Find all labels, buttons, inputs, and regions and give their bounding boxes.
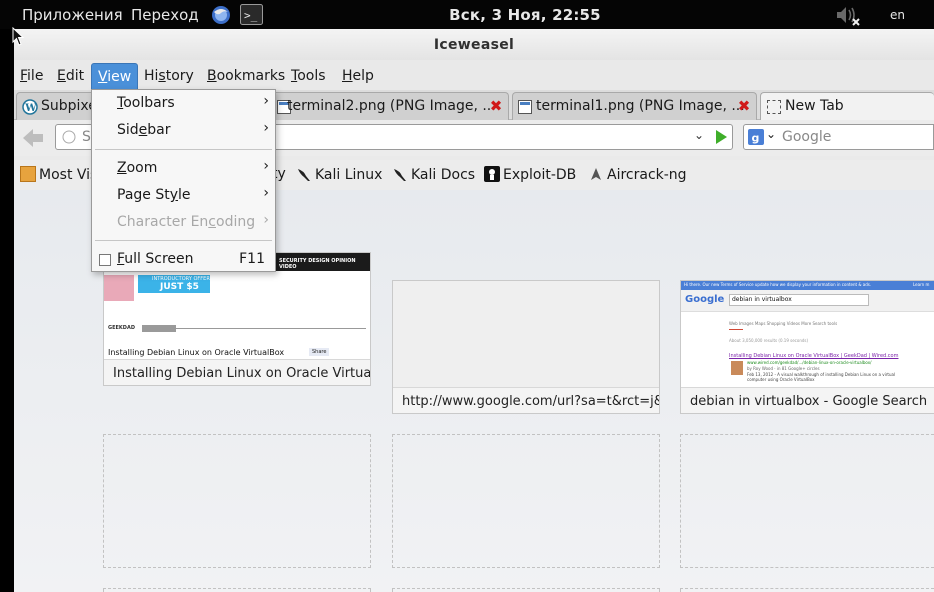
thumbnail-text: Installing Debian Linux on Oracle Virtua…	[108, 348, 285, 357]
empty-tile-slot[interactable]	[392, 588, 660, 592]
window-titlebar[interactable]: Iceweasel	[14, 29, 934, 60]
bookmark-kali-docs[interactable]: Kali Docs	[392, 166, 475, 183]
full-screen-checkbox[interactable]	[99, 254, 111, 266]
menu-tools[interactable]: Tools	[285, 62, 332, 90]
wordpress-favicon-icon: W	[22, 99, 38, 119]
thumbnail-text: Feb 13, 2012 - A visual walkthrough of i…	[747, 372, 896, 382]
thumbnail-tile-google-search[interactable]: Hi there. Our new Terms of Service updat…	[680, 280, 934, 414]
thumbnail-text: Web Images Maps Shopping Videos More Sea…	[729, 321, 838, 326]
bookmark-most-visited[interactable]: Most Vis	[20, 166, 97, 183]
tile-caption: debian in virtualbox - Google Search	[681, 387, 934, 413]
thumbnail-text: by Roy Wood · in 81 Google+ circles	[747, 366, 820, 371]
panel-clock[interactable]: Вск, 3 Ноя, 22:55	[0, 6, 934, 24]
bookmark-aircrack-ng[interactable]: Aircrack-ng	[588, 166, 687, 183]
menu-item-sidebar[interactable]: Sidebar ›	[92, 118, 275, 145]
view-menu-dropdown: Toolbars › Sidebar › Zoom › Page Style ›…	[91, 89, 276, 272]
thumbnail-text: Share	[309, 348, 330, 356]
blank-page-icon	[767, 100, 781, 114]
submenu-arrow-icon: ›	[263, 93, 269, 109]
menu-help[interactable]: Help	[336, 62, 380, 90]
thumbnail-text: About 3,050,000 results (0.19 seconds)	[729, 338, 809, 343]
image-favicon-icon	[518, 100, 532, 118]
svg-text:g: g	[752, 132, 760, 145]
tile-caption: Installing Debian Linux on Oracle Virtua…	[104, 359, 370, 385]
tab-label: terminal1.png (PNG Image, ...	[536, 98, 745, 114]
tab-label: Subpixe	[41, 98, 96, 114]
top-panel: Приложения Переход >_ Вск, 3 Ноя, 22:55 …	[0, 0, 934, 29]
thumbnail-text: Learn m	[913, 282, 930, 287]
empty-tile-slot[interactable]	[392, 434, 660, 568]
thumbnail-text: debian in virtualbox	[732, 296, 792, 303]
menu-edit[interactable]: Edit	[51, 62, 90, 90]
tab-close-icon[interactable]: ✖	[489, 99, 503, 114]
thumbnail-text: www.wired.com/geekdad/.../debian-linux-o…	[747, 360, 872, 365]
submenu-arrow-icon: ›	[263, 120, 269, 136]
tab-label: terminal2.png (PNG Image, ...	[287, 98, 496, 114]
menu-separator	[95, 149, 272, 150]
menu-view[interactable]: View	[91, 63, 139, 90]
page-thumbnail: Hi there. Our new Terms of Service updat…	[681, 281, 934, 387]
menu-item-toolbars[interactable]: Toolbars ›	[92, 91, 275, 118]
tile-caption: http://www.google.com/url?sa=t&rct=j&q..…	[393, 387, 659, 413]
thumbnail-text: Installing Debian Linux on Oracle Virtua…	[729, 353, 899, 359]
site-identity-icon	[62, 130, 76, 148]
empty-tile-slot[interactable]	[103, 434, 371, 568]
tab-terminal1[interactable]: terminal1.png (PNG Image, ... ✖	[512, 92, 757, 120]
submenu-arrow-icon: ›	[263, 212, 269, 228]
thumbnail-text: GEEKDAD	[108, 325, 135, 331]
submenu-arrow-icon: ›	[263, 158, 269, 174]
tab-subpixel[interactable]: W Subpixe	[16, 92, 96, 120]
menu-bar: File Edit View History Bookmarks Tools H…	[14, 60, 934, 90]
menu-history[interactable]: History	[138, 62, 200, 90]
tab-terminal2[interactable]: terminal2.png (PNG Image, ... ✖	[274, 92, 509, 120]
thumbnail-text: Hi there. Our new Terms of Service updat…	[684, 282, 872, 287]
menu-item-page-style[interactable]: Page Style ›	[92, 183, 275, 210]
menu-item-zoom[interactable]: Zoom ›	[92, 156, 275, 183]
thumbnail-tile-google-url[interactable]: http://www.google.com/url?sa=t&rct=j&q..…	[392, 280, 660, 414]
full-screen-shortcut: F11	[239, 251, 265, 267]
kali-dragon-icon	[392, 166, 408, 182]
thumbnail-text: JUST $5	[160, 282, 199, 292]
menu-bookmarks[interactable]: Bookmarks	[201, 62, 291, 90]
empty-tile-slot[interactable]	[103, 588, 371, 592]
tab-new-tab[interactable]: New Tab	[760, 92, 934, 120]
aircrack-icon	[588, 166, 604, 182]
thumbnail-text: Google	[685, 294, 725, 305]
menu-item-full-screen[interactable]: Full Screen F11	[92, 247, 275, 274]
volume-muted-icon[interactable]	[835, 4, 861, 30]
mouse-cursor-icon	[12, 27, 25, 46]
exploit-db-icon	[484, 166, 500, 182]
search-bar[interactable]: g ⌄ Google	[743, 124, 934, 150]
search-engine-chevron-down-icon[interactable]: ⌄	[766, 127, 776, 141]
window-title: Iceweasel	[433, 37, 515, 53]
tab-close-icon[interactable]: ✖	[737, 99, 751, 114]
menu-file[interactable]: File	[14, 62, 49, 90]
thumbnail-text: SECURITY DESIGN OPINION VIDEO	[279, 258, 356, 270]
empty-tile-slot[interactable]	[680, 434, 934, 568]
bookmark-exploit-db[interactable]: Exploit-DB	[484, 166, 576, 183]
svg-text:W: W	[24, 103, 37, 114]
keyboard-layout-indicator[interactable]: en	[890, 8, 905, 22]
folder-icon	[20, 166, 36, 182]
bookmark-kali-linux[interactable]: Kali Linux	[296, 166, 382, 183]
submenu-arrow-icon: ›	[263, 185, 269, 201]
menu-separator	[95, 240, 272, 241]
google-engine-icon[interactable]: g	[748, 129, 764, 149]
back-arrow-icon[interactable]	[22, 128, 44, 152]
kali-dragon-icon	[296, 166, 312, 182]
page-thumbnail	[393, 281, 659, 387]
go-arrow-icon[interactable]	[713, 129, 729, 149]
url-placeholder: S	[82, 129, 91, 145]
empty-tile-slot[interactable]	[680, 588, 934, 592]
menu-item-character-encoding: Character Encoding ›	[117, 212, 269, 230]
tab-label: New Tab	[785, 98, 844, 114]
search-placeholder: Google	[782, 129, 832, 145]
url-history-chevron-down-icon[interactable]: ⌄	[694, 128, 704, 142]
